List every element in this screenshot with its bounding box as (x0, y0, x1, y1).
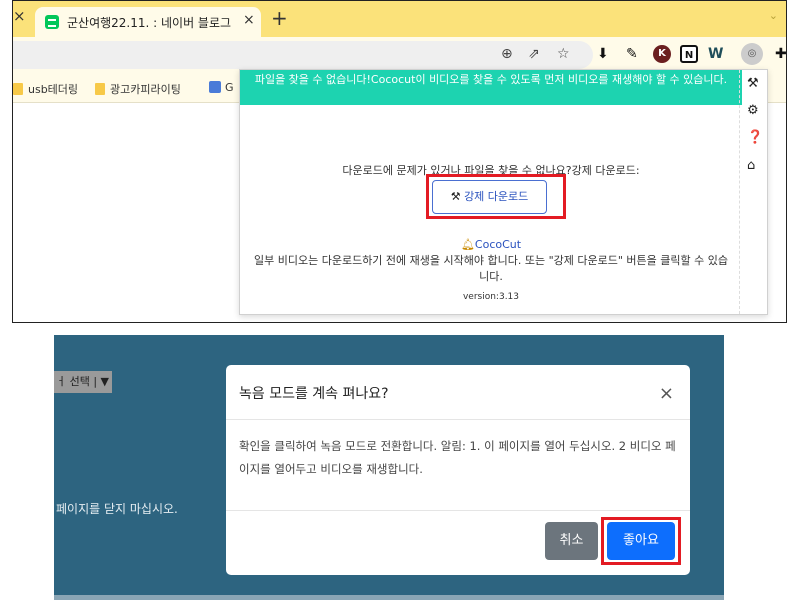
tab-close-icon[interactable]: × (243, 12, 255, 28)
highlight-box (601, 517, 681, 565)
cococut-ext-icon[interactable]: ◎ (741, 43, 763, 65)
bookmark-usb[interactable]: usb테더링 (13, 81, 78, 97)
folder-icon (13, 83, 23, 95)
recorder-screenshot: ㅓ 선택 | ▼ 페이지를 닫지 마십시오. 녹음 모드를 계속 펴나요? × … (54, 335, 724, 600)
k-ext-icon[interactable]: K (653, 45, 671, 63)
cancel-button[interactable]: 취소 (545, 522, 598, 560)
w-ext-icon[interactable]: W (708, 46, 723, 62)
brand-link[interactable]: CocoCut (475, 238, 521, 251)
puzzle-icon[interactable]: ✚ (775, 46, 786, 62)
close-icon[interactable]: × (659, 383, 674, 404)
bookmark-google[interactable]: G (209, 81, 234, 94)
new-tab-button[interactable]: + (271, 6, 288, 30)
zoom-icon[interactable]: ⊕ (501, 46, 513, 62)
popup-sidebar: ⚒ ⚙ ❓ ⌂ (739, 70, 767, 314)
file-not-found-alert: 파일을 찾을 수 없습니다!Cococut이 비디오를 찾을 수 있도록 먼저 … (240, 70, 742, 105)
hint-text: 일부 비디오는 다운로드하기 전에 재생을 시작해야 합니다. 또는 "강제 다… (254, 254, 728, 283)
brand-line: 🔔︎CocoCut (240, 238, 742, 251)
notion-ext-icon[interactable]: N (680, 45, 698, 63)
share-icon[interactable]: ⇗ (528, 46, 540, 62)
prev-tab-close-icon[interactable]: × (13, 7, 26, 25)
tab-title: 군산여행22.11. : 네이버 블로그 (67, 16, 232, 30)
translate-icon (209, 81, 221, 93)
tab-bar: × 군산여행22.11. : 네이버 블로그 × + ⌄ (13, 1, 786, 37)
dialog-title: 녹음 모드를 계속 펴나요? (239, 386, 389, 402)
browser-screenshot: × 군산여행22.11. : 네이버 블로그 × + ⌄ ⊕ ⇗ ☆ ⬇ ✎ K… (12, 0, 787, 323)
tab-search-chevron-icon[interactable]: ⌄ (769, 9, 778, 22)
pen-ext-icon[interactable]: ✎ (626, 46, 638, 62)
divider (226, 510, 690, 511)
home-icon[interactable]: ⌂ (747, 158, 755, 173)
dialog-body: 확인을 클릭하여 녹음 모드로 전환합니다. 알림: 1. 이 페이지를 열어 … (239, 439, 676, 476)
mode-select[interactable]: ㅓ 선택 | ▼ (54, 371, 112, 393)
version-text: version:3.13 (462, 292, 520, 302)
keep-open-text: 페이지를 닫지 마십시오. (56, 502, 178, 516)
cococut-popup: 파일을 찾을 수 없습니다!Cococut이 비디오를 찾을 수 있도록 먼저 … (239, 69, 768, 315)
naver-blog-favicon-icon (45, 15, 59, 29)
bookmark-ad-copy[interactable]: 광고카피라이팅 (95, 81, 181, 97)
highlight-box (426, 174, 566, 219)
download-ext-icon[interactable]: ⬇ (597, 46, 609, 62)
active-tab[interactable]: 군산여행22.11. : 네이버 블로그 × (35, 7, 261, 37)
bell-icon: 🔔︎ (460, 238, 475, 251)
record-mode-dialog: 녹음 모드를 계속 펴나요? × 확인을 클릭하여 녹음 모드로 전환합니다. … (226, 365, 690, 575)
hammer-icon[interactable]: ⚒ (747, 76, 759, 91)
gear-icon[interactable]: ⚙ (747, 103, 759, 118)
help-icon[interactable]: ❓ (747, 130, 763, 145)
browser-toolbar: ⊕ ⇗ ☆ ⬇ ✎ K N W ◎ ✚ (13, 37, 786, 73)
divider (226, 419, 690, 420)
bottom-strip (54, 595, 724, 600)
folder-icon (95, 83, 105, 95)
star-icon[interactable]: ☆ (557, 46, 570, 62)
